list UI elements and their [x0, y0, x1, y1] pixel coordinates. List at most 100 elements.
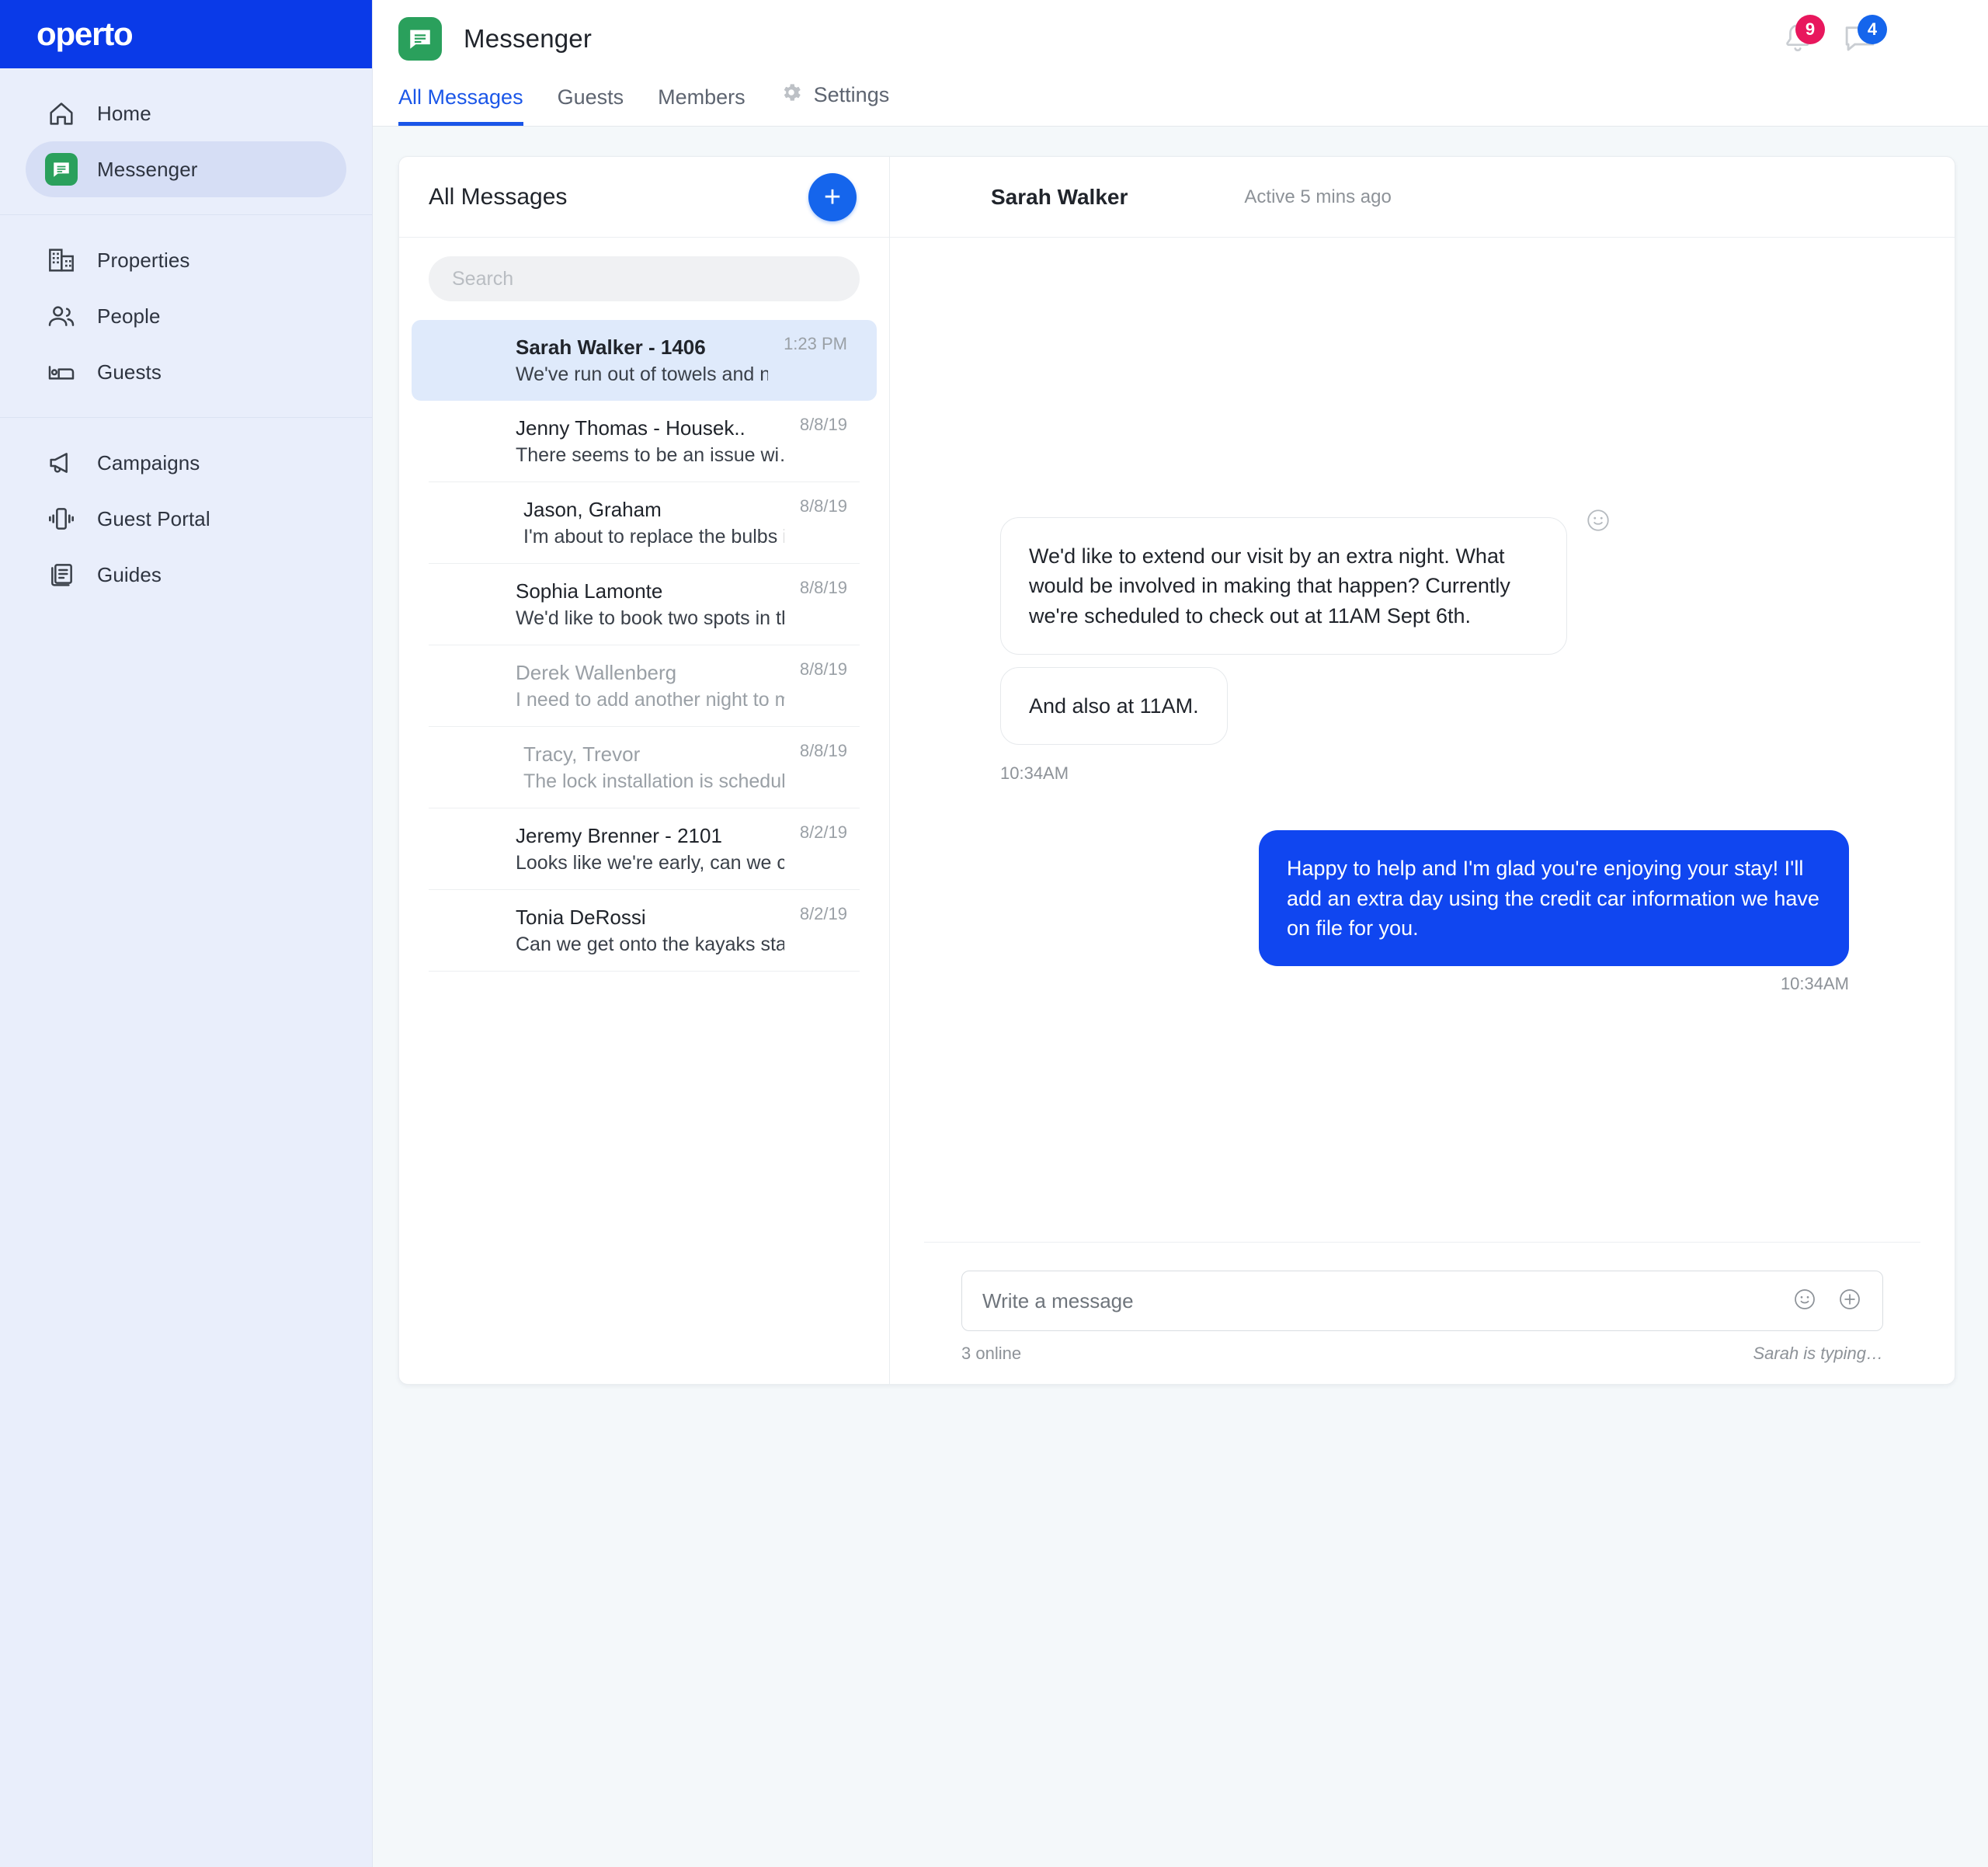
conversation-name: Sarah Walker - 1406 — [516, 335, 706, 359]
messenger-icon — [398, 17, 442, 61]
conversation-text: Tracy, Trevor The lock installation is sc… — [523, 742, 784, 793]
message-bubble: We'd like to extend our visit by an extr… — [1000, 509, 1609, 655]
read-receipt-avatar — [825, 365, 847, 387]
conversation-item[interactable]: Sarah Walker - 1406 We've run out of towe… — [412, 320, 877, 401]
conversation-meta: 8/2/19 — [784, 822, 847, 875]
conversation-avatar — [441, 822, 494, 875]
conversation-timestamp: 8/8/19 — [799, 496, 847, 516]
emoji-icon[interactable] — [1792, 1287, 1817, 1316]
conversation-avatar — [441, 659, 494, 712]
list-title: All Messages — [429, 183, 568, 210]
message-bubble: And also at 11AM. — [1000, 666, 1228, 746]
outgoing-timestamp: 10:34AM — [1780, 974, 1849, 994]
composer-meta: 3 online Sarah is typing… — [961, 1344, 1883, 1364]
tab-all-messages[interactable]: All Messages — [398, 85, 523, 126]
messages-button[interactable]: 4 — [1842, 15, 1887, 57]
brand-header: operto — [0, 0, 372, 68]
conversation-avatar — [441, 578, 494, 631]
building-icon — [45, 244, 78, 276]
sidebar-item-home[interactable]: Home — [26, 85, 346, 141]
tab-guests[interactable]: Guests — [558, 85, 624, 126]
conversation-avatar — [441, 496, 502, 549]
conversation-meta: 8/8/19 — [784, 496, 847, 549]
people-icon — [45, 300, 78, 332]
chat-top-spacer — [937, 284, 1908, 517]
sidebar-item-campaigns[interactable]: Campaigns — [26, 435, 346, 491]
sidebar-item-label: Messenger — [97, 157, 198, 181]
outgoing-avatar — [1866, 926, 1908, 968]
bed-icon — [45, 356, 78, 388]
read-receipt-avatar — [825, 527, 847, 549]
device-vibrate-icon — [45, 502, 78, 535]
conversation-timestamp: 8/8/19 — [799, 741, 847, 760]
tab-settings[interactable]: Settings — [780, 81, 890, 126]
chat-header-name: Sarah Walker — [991, 184, 1128, 209]
conversation-list-header: All Messages + — [399, 157, 889, 238]
card-wrap: All Messages + Sarah Walker - 1406 We've … — [373, 127, 1988, 1385]
conversation-text: Derek Wallenberg I need to add another ni… — [516, 661, 784, 711]
notifications-badge: 9 — [1795, 15, 1825, 44]
sidebar-group-0: Home Messenger — [0, 68, 372, 214]
sidebar-nav: Home Messenger Properties People Guests Campa… — [0, 68, 372, 620]
composer-icons — [1792, 1287, 1862, 1316]
conversation-item[interactable]: Jason, Graham I'm about to replace the bu… — [412, 482, 877, 563]
topbar-row: Messenger 9 4 — [373, 0, 1988, 78]
outgoing-message-group: Happy to help and I'm glad you're enjoyi… — [937, 830, 1908, 994]
conversation-meta: 8/2/19 — [784, 904, 847, 957]
conversation-item[interactable]: Jeremy Brenner - 2101 Looks like we're ea… — [412, 808, 877, 889]
conversation-timestamp: 8/8/19 — [799, 415, 847, 434]
conversation-item[interactable]: Jenny Thomas - Housek.. There seems to be… — [412, 401, 877, 482]
notifications-button[interactable]: 9 — [1780, 15, 1825, 57]
conversation-list: Sarah Walker - 1406 We've run out of towe… — [399, 312, 889, 972]
conversation-meta: 8/8/19 — [784, 578, 847, 631]
conversation-text: Jenny Thomas - Housek.. There seems to be… — [516, 416, 784, 467]
sidebar-item-label: Home — [97, 101, 151, 125]
incoming-avatar — [937, 706, 982, 751]
sidebar-item-label: Campaigns — [97, 450, 200, 475]
tab-label: Settings — [813, 83, 890, 106]
sidebar-item-messenger[interactable]: Messenger — [26, 141, 346, 197]
operto-logo: operto — [36, 16, 134, 52]
search-input[interactable] — [429, 256, 860, 301]
user-avatar[interactable] — [1904, 20, 1941, 57]
conversation-item[interactable]: Derek Wallenberg I need to add another ni… — [412, 645, 877, 726]
tab-members[interactable]: Members — [658, 85, 746, 126]
conversation-list-pane: All Messages + Sarah Walker - 1406 We've … — [399, 157, 890, 1384]
chat-message-area: We'd like to extend our visit by an extr… — [890, 238, 1955, 1242]
home-icon — [45, 97, 78, 130]
chat-header-avatar — [927, 176, 971, 219]
conversation-meta: 8/8/19 — [784, 659, 847, 712]
emoji-reaction-icon[interactable] — [1585, 507, 1611, 534]
conversation-avatar — [441, 415, 494, 468]
topbar-actions: 9 4 — [1780, 15, 1941, 57]
sidebar-item-guides[interactable]: Guides — [26, 547, 346, 603]
sidebar-item-guests[interactable]: Guests — [26, 344, 346, 400]
messages-badge: 4 — [1858, 15, 1887, 44]
conversation-item[interactable]: Tonia DeRossi Can we get onto the kayaks … — [412, 890, 877, 971]
sidebar-item-guest-portal[interactable]: Guest Portal — [26, 491, 346, 547]
conversation-text: Sophia Lamonte We'd like to book two spot… — [516, 579, 784, 630]
sidebar-item-properties[interactable]: Properties — [26, 232, 346, 288]
conversation-name: Sophia Lamonte — [516, 579, 663, 603]
main-area: Messenger 9 4 All Messages Guests Member… — [373, 0, 1988, 1867]
conversation-name: Jenny Thomas - Housek.. — [516, 415, 746, 440]
search-wrap — [399, 238, 889, 312]
conversation-item[interactable]: Sophia Lamonte We'd like to book two spot… — [412, 564, 877, 645]
conversation-preview: There seems to be an issue wi… — [516, 443, 784, 466]
conversation-item[interactable]: Tracy, Trevor The lock installation is sc… — [412, 727, 877, 808]
conversation-text: Sarah Walker - 1406 We've run out of towe… — [516, 336, 768, 386]
sidebar-item-people[interactable]: People — [26, 288, 346, 344]
conversation-preview: Looks like we're early, can we check in? — [516, 851, 784, 874]
conversation-name: Jeremy Brenner - 2101 — [516, 823, 722, 847]
gear-icon — [780, 81, 803, 110]
sidebar-group-2: Campaigns Guest Portal Guides — [0, 417, 372, 620]
plus-circle-icon[interactable] — [1837, 1287, 1862, 1316]
chat-header: Sarah Walker Active 5 mins ago — [890, 157, 1955, 238]
conversation-timestamp: 8/8/19 — [799, 659, 847, 679]
conversation-timestamp: 8/2/19 — [799, 822, 847, 842]
conversation-text: Jason, Graham I'm about to replace the bu… — [523, 498, 784, 548]
message-input[interactable] — [982, 1288, 1792, 1313]
conversation-timestamp: 8/8/19 — [799, 578, 847, 597]
guides-icon — [45, 558, 78, 591]
new-message-button[interactable]: + — [808, 172, 857, 221]
